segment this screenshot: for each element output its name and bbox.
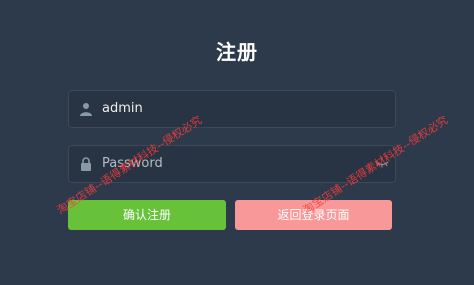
page-title: 注册 bbox=[216, 40, 258, 64]
confirm-register-button[interactable]: 确认注册 bbox=[68, 200, 226, 230]
username-value: admin bbox=[102, 101, 143, 116]
username-field[interactable]: admin bbox=[68, 90, 396, 128]
user-icon bbox=[80, 103, 92, 116]
register-page: 注册 admin 确认注册 返回登录页面 淘宝店铺--语得素材科技--侵权必究 … bbox=[0, 0, 474, 285]
lock-icon bbox=[81, 157, 91, 171]
